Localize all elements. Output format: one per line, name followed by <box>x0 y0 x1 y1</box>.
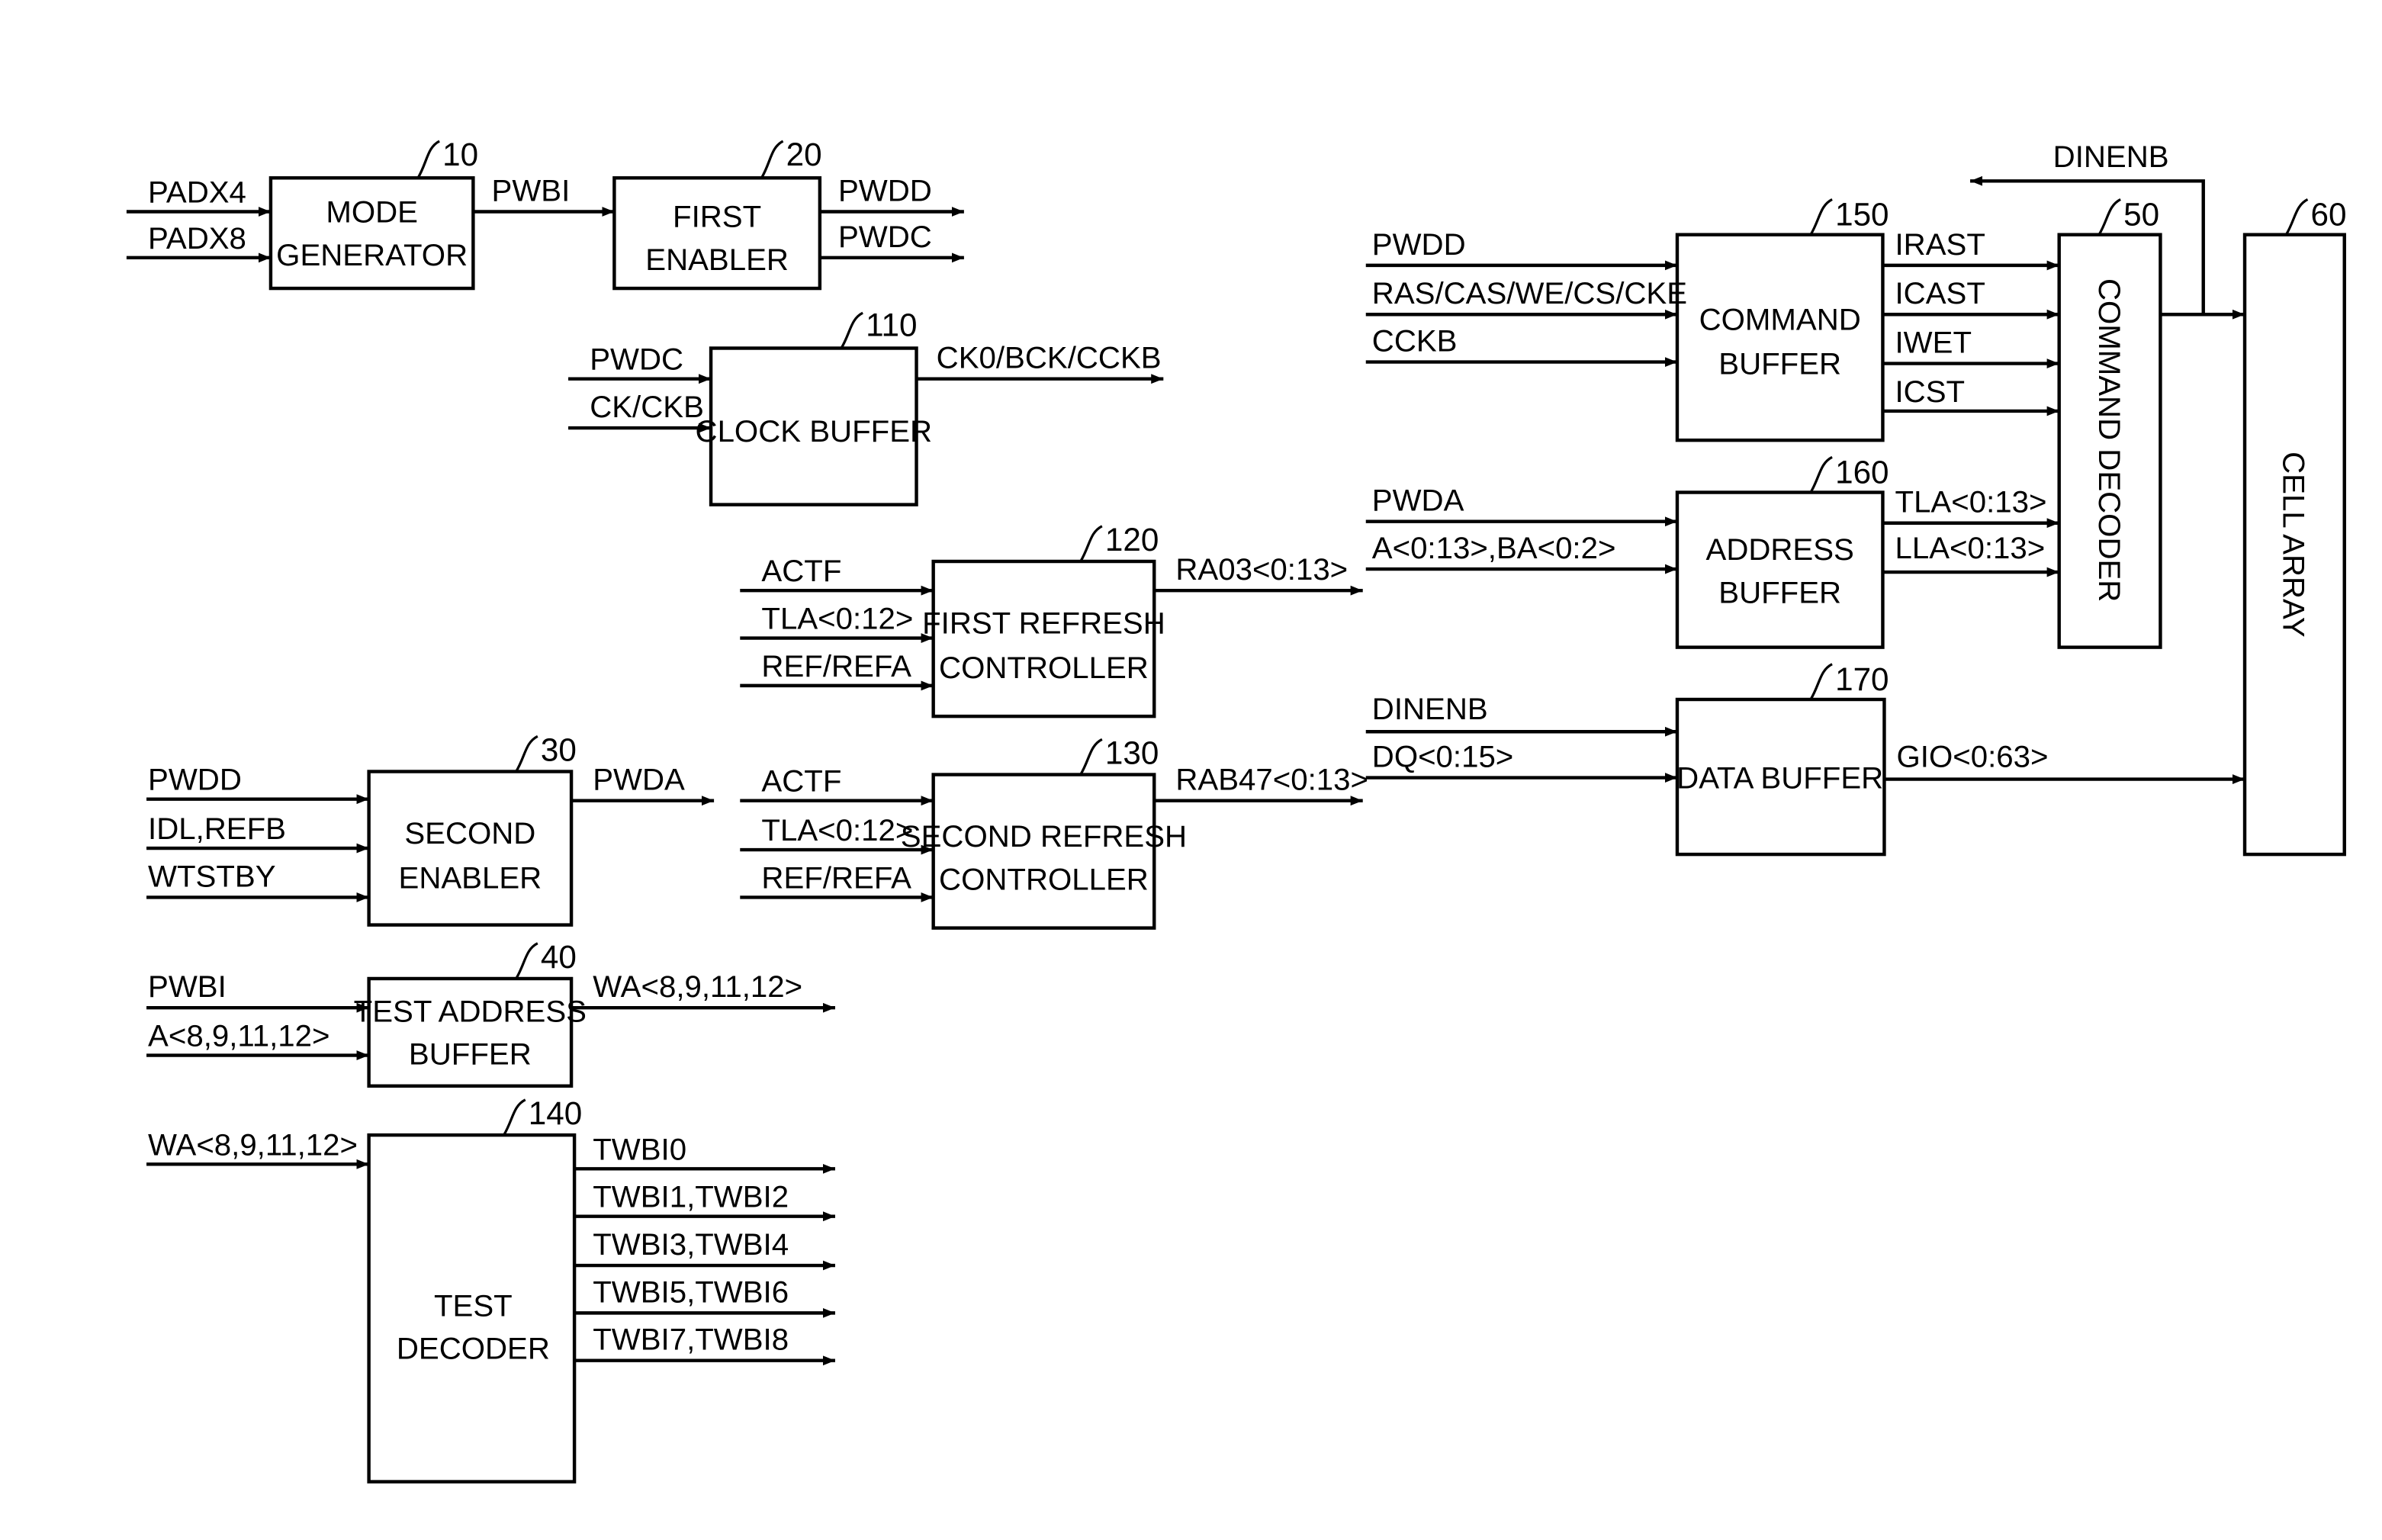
block-label: CONTROLLER <box>939 651 1149 685</box>
second-enabler-block: SECOND ENABLER 30 <box>367 731 577 927</box>
test-address-buffer-block: TEST ADDRESS BUFFER 40 <box>354 939 587 1088</box>
reference-numeral: 140 <box>529 1095 582 1131</box>
signal-label: PWDD <box>1372 227 1466 262</box>
signal-label: ICAST <box>1895 276 1985 310</box>
block-label: CONTROLLER <box>939 862 1149 896</box>
signal-label: PWDC <box>838 220 932 254</box>
signal-label: WTSTBY <box>148 859 276 893</box>
first-enabler-block: FIRST ENABLER 20 <box>612 137 822 291</box>
clock-buffer-block: CLOCK BUFFER 110 <box>696 307 933 506</box>
command-buffer-block: COMMAND BUFFER 150 <box>1675 197 1889 442</box>
command-decoder-block: COMMAND DECODER 50 <box>2057 197 2162 649</box>
block-label: GENERATOR <box>276 238 468 272</box>
block-label: COMMAND <box>1699 302 1861 336</box>
block-label: CELL ARRAY <box>2276 452 2310 638</box>
command-buffer-outputs: IRAST ICAST IWET ICST <box>1882 227 2059 416</box>
block-label: DECODER <box>397 1332 550 1366</box>
reference-numeral: 150 <box>1835 197 1889 233</box>
reference-numeral: 170 <box>1835 661 1889 697</box>
block-label: TEST ADDRESS <box>354 994 587 1028</box>
block-label: FIRST REFRESH <box>922 606 1165 641</box>
block-label: BUFFER <box>1718 347 1841 381</box>
reference-numeral: 60 <box>2310 197 2346 233</box>
block-label: BUFFER <box>409 1037 532 1072</box>
signal-label: PWBI <box>148 969 227 1004</box>
block-label: ADDRESS <box>1706 532 1854 567</box>
block-label: SECOND REFRESH <box>901 819 1187 854</box>
reference-numeral: 30 <box>541 731 577 767</box>
reference-numeral: 130 <box>1105 735 1159 770</box>
signal-label: PWDC <box>590 342 683 377</box>
test-decoder-outputs: TWBI0 TWBI1,TWBI2 TWBI3,TWBI4 TWBI5,TWBI… <box>574 1132 835 1366</box>
signal-label: LLA<0:13> <box>1895 531 2046 565</box>
reference-numeral: 120 <box>1105 522 1159 558</box>
signal-label: IRAST <box>1895 227 1985 262</box>
signal-label: TWBI3,TWBI4 <box>593 1227 789 1262</box>
reference-numeral: 20 <box>786 137 822 172</box>
signal-label: ACTF <box>761 764 841 799</box>
reference-numeral: 50 <box>2123 197 2159 233</box>
signal-label: A<8,9,11,12> <box>148 1018 329 1053</box>
reference-numeral: 160 <box>1835 454 1889 490</box>
reference-numeral: 110 <box>866 307 917 342</box>
signal-label: IDL,REFB <box>148 812 286 846</box>
address-buffer-block: ADDRESS BUFFER 160 <box>1675 454 1889 649</box>
reference-numeral: 10 <box>442 137 478 172</box>
signal-label: WA<8,9,11,12> <box>148 1127 358 1162</box>
signal-label: PWDA <box>1372 484 1464 518</box>
signal-label: WA<8,9,11,12> <box>593 969 802 1004</box>
signal-label: PADX4 <box>148 175 246 209</box>
data-buffer-block: DATA BUFFER 170 <box>1675 661 1889 857</box>
block-label: ENABLER <box>645 243 789 277</box>
signal-label: A<0:13>,BA<0:2> <box>1372 531 1616 565</box>
signal-label: RAB47<0:13> <box>1175 763 1368 797</box>
block-label: CLOCK BUFFER <box>696 414 933 448</box>
signal-label: TWBI0 <box>593 1132 686 1166</box>
signal-label: REF/REFA <box>761 860 911 895</box>
signal-label: RAS/CAS/WE/CS/CKE <box>1372 276 1687 310</box>
block-label: BUFFER <box>1718 575 1841 609</box>
cell-array-block: CELL ARRAY 60 <box>2242 197 2346 857</box>
signal-label: PWBI <box>492 173 571 207</box>
mode-generator-block: MODE GENERATOR 10 <box>268 137 478 291</box>
signal-label: GIO<0:63> <box>1897 739 2049 773</box>
signal-label: PADX8 <box>148 221 246 256</box>
signal-label: CK/CKB <box>590 390 704 424</box>
signal-label: PWDA <box>593 763 685 797</box>
block-label: COMMAND DECODER <box>2092 278 2126 602</box>
block-label: DATA BUFFER <box>1676 761 1883 796</box>
block-label: FIRST <box>673 200 761 234</box>
test-decoder-block: TEST DECODER 140 <box>367 1095 582 1484</box>
signal-label: DINENB <box>1372 692 1488 726</box>
signal-label: ACTF <box>761 554 841 588</box>
reference-numeral: 40 <box>541 939 577 975</box>
first-refresh-controller-block: FIRST REFRESH CONTROLLER 120 <box>922 522 1165 719</box>
signal-label: TLA<0:12> <box>761 601 913 635</box>
signal-label: PWDD <box>838 173 932 207</box>
block-label: SECOND <box>404 816 535 850</box>
signal-label: TLA<0:13> <box>1895 485 2047 519</box>
signal-label: REF/REFA <box>761 649 911 683</box>
signal-label: TWBI7,TWBI8 <box>593 1323 789 1357</box>
block-label: ENABLER <box>399 860 542 895</box>
signal-label: PWDD <box>148 763 242 797</box>
signal-label: CCKB <box>1372 324 1458 358</box>
signal-label: ICST <box>1895 375 1966 409</box>
signal-label: RA03<0:13> <box>1175 552 1348 587</box>
block-label: TEST <box>434 1288 513 1323</box>
signal-label: CK0/BCK/CCKB <box>937 341 1162 375</box>
signal-label: TWBI1,TWBI2 <box>593 1180 789 1214</box>
signal-label: IWET <box>1895 326 1972 360</box>
signal-label: DQ<0:15> <box>1372 739 1514 773</box>
signal-label: DINENB <box>2053 140 2169 174</box>
block-diagram: MODE GENERATOR 10 PADX4 PADX8 PWBI FIRST… <box>126 137 2346 1484</box>
block-label: MODE <box>326 195 418 230</box>
signal-label: TLA<0:12> <box>761 813 913 847</box>
signal-label: TWBI5,TWBI6 <box>593 1275 789 1309</box>
second-refresh-controller-block: SECOND REFRESH CONTROLLER 130 <box>901 735 1187 930</box>
